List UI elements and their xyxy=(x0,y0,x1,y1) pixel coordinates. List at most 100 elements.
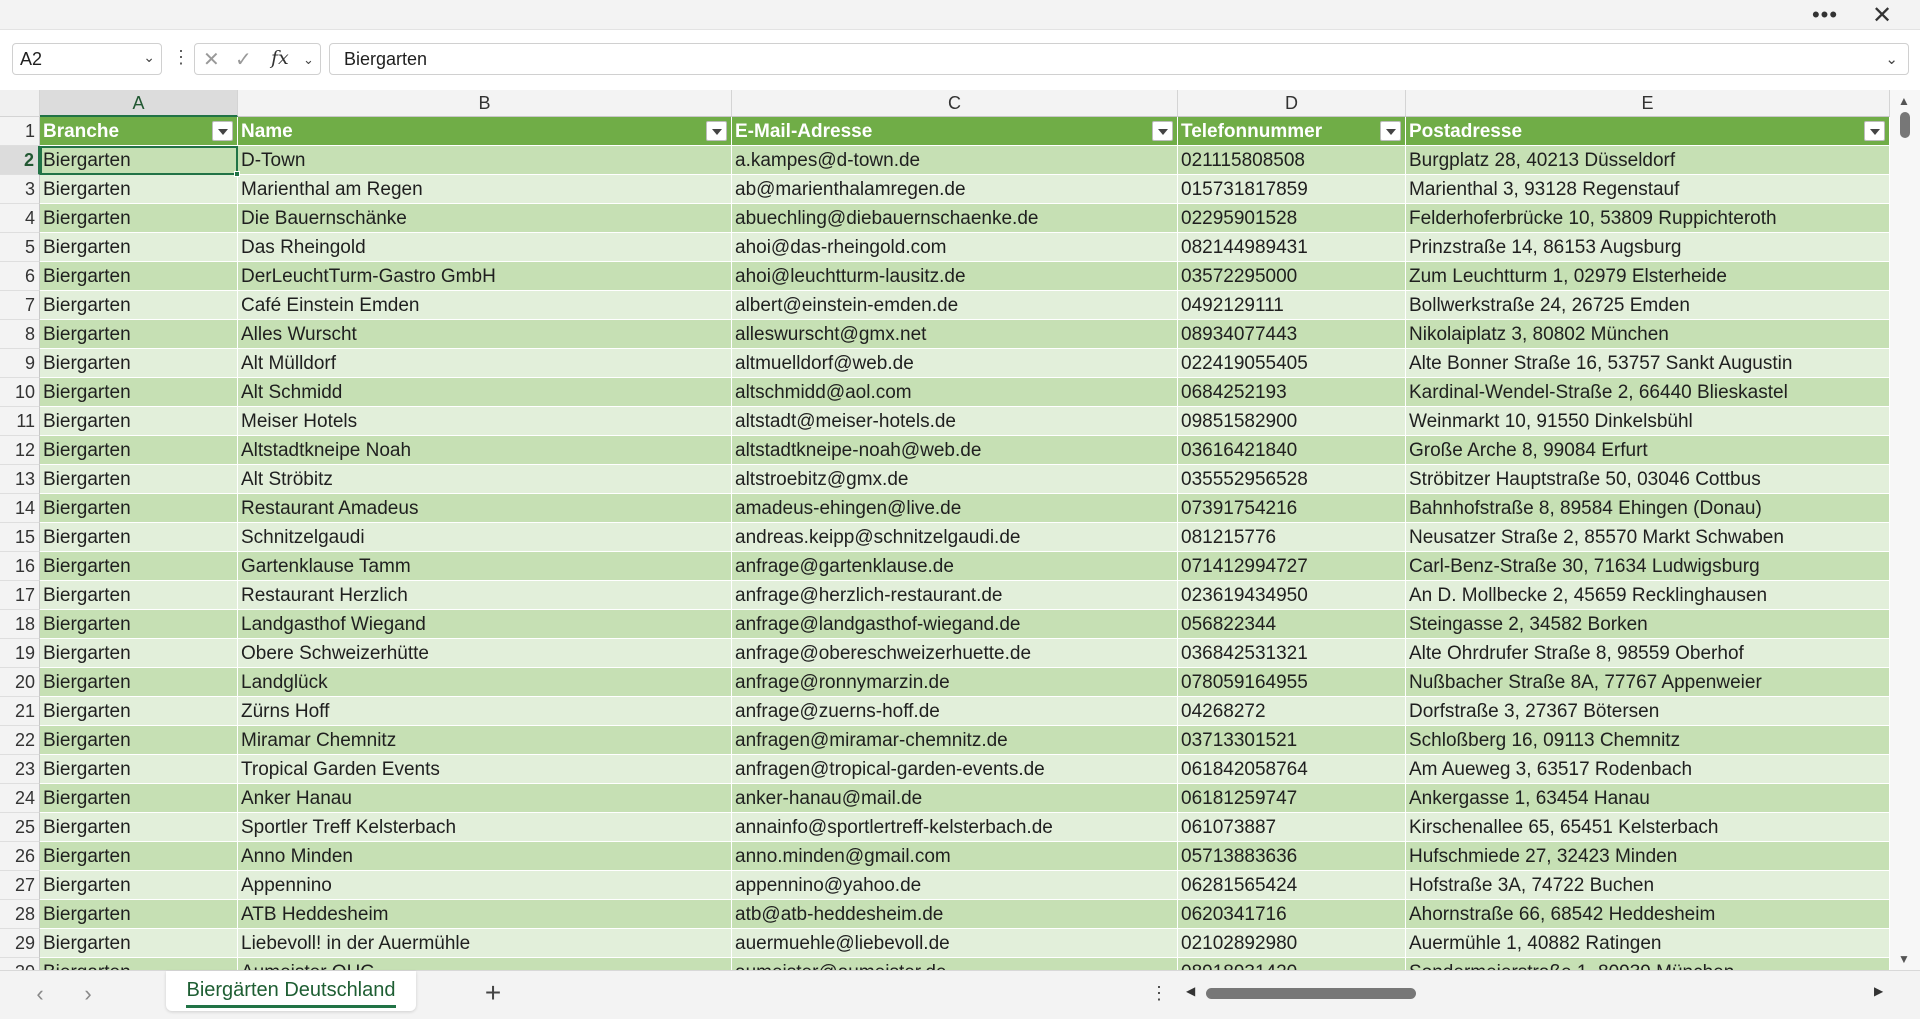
table-cell[interactable]: 081215776 xyxy=(1178,523,1406,552)
table-cell[interactable]: 05713883636 xyxy=(1178,842,1406,871)
row-number[interactable]: 17 xyxy=(0,581,40,610)
cancel-icon[interactable]: ✕ xyxy=(203,47,220,72)
table-cell[interactable]: Die Bauernschänke xyxy=(238,204,732,233)
table-cell[interactable]: anfrage@zuerns-hoff.de xyxy=(732,697,1178,726)
table-cell[interactable]: D-Town xyxy=(238,146,732,175)
add-sheet-icon[interactable]: + xyxy=(478,977,508,1009)
table-cell[interactable]: Alt Schmidd xyxy=(238,378,732,407)
chevron-down-icon[interactable]: ⌄ xyxy=(303,52,314,68)
row-number[interactable]: 29 xyxy=(0,929,40,958)
table-cell[interactable]: 0684252193 xyxy=(1178,378,1406,407)
table-cell[interactable]: Kirschenallee 65, 65451 Kelsterbach xyxy=(1406,813,1890,842)
table-cell[interactable]: Biergarten xyxy=(40,726,238,755)
table-cell[interactable]: anfrage@obereschweizerhuette.de xyxy=(732,639,1178,668)
more-options-icon[interactable]: ••• xyxy=(1805,0,1845,30)
expand-formula-icon[interactable]: ⌄ xyxy=(1885,50,1898,68)
row-number[interactable]: 9 xyxy=(0,349,40,378)
table-cell[interactable]: auermuehle@liebevoll.de xyxy=(732,929,1178,958)
table-cell[interactable]: Biergarten xyxy=(40,871,238,900)
filter-dropdown-icon[interactable] xyxy=(706,121,727,141)
row-number[interactable]: 18 xyxy=(0,610,40,639)
table-cell[interactable]: 061073887 xyxy=(1178,813,1406,842)
table-cell[interactable]: Schloßberg 16, 09113 Chemnitz xyxy=(1406,726,1890,755)
table-cell[interactable]: anfrage@landgasthof-wiegand.de xyxy=(732,610,1178,639)
table-cell[interactable]: Appennino xyxy=(238,871,732,900)
chevron-down-icon[interactable]: ⌄ xyxy=(143,49,155,66)
table-cell[interactable]: anfrage@gartenklause.de xyxy=(732,552,1178,581)
table-cell[interactable]: Biergarten xyxy=(40,668,238,697)
table-cell[interactable]: Am Aueweg 3, 63517 Rodenbach xyxy=(1406,755,1890,784)
table-cell[interactable]: Hofstraße 3A, 74722 Buchen xyxy=(1406,871,1890,900)
scroll-down-icon[interactable]: ▼ xyxy=(1898,952,1910,966)
table-cell[interactable]: Dorfstraße 3, 27367 Bötersen xyxy=(1406,697,1890,726)
header-cell[interactable]: Postadresse xyxy=(1406,117,1890,146)
table-cell[interactable]: Restaurant Amadeus xyxy=(238,494,732,523)
table-cell[interactable]: 078059164955 xyxy=(1178,668,1406,697)
table-cell[interactable]: Biergarten xyxy=(40,813,238,842)
header-cell[interactable]: E-Mail-Adresse xyxy=(732,117,1178,146)
table-cell[interactable]: altstadtkneipe-noah@web.de xyxy=(732,436,1178,465)
table-cell[interactable]: anfragen@miramar-chemnitz.de xyxy=(732,726,1178,755)
row-number[interactable]: 6 xyxy=(0,262,40,291)
table-cell[interactable]: annainfo@sportlertreff-kelsterbach.de xyxy=(732,813,1178,842)
table-cell[interactable]: altmuelldorf@web.de xyxy=(732,349,1178,378)
horizontal-scrollbar[interactable]: ◀ ▶ xyxy=(1180,971,1890,1016)
row-number[interactable]: 21 xyxy=(0,697,40,726)
column-header-e[interactable]: E xyxy=(1406,90,1890,117)
table-cell[interactable]: Auermühle 1, 40882 Ratingen xyxy=(1406,929,1890,958)
table-cell[interactable]: Biergarten xyxy=(40,755,238,784)
table-cell[interactable]: 015731817859 xyxy=(1178,175,1406,204)
table-cell[interactable]: atb@atb-heddesheim.de xyxy=(732,900,1178,929)
horizontal-scroll-thumb[interactable] xyxy=(1206,988,1416,999)
table-cell[interactable]: andreas.keipp@schnitzelgaudi.de xyxy=(732,523,1178,552)
table-cell[interactable]: 08934077443 xyxy=(1178,320,1406,349)
table-cell[interactable]: Aumeister OHG xyxy=(238,958,732,970)
row-number[interactable]: 26 xyxy=(0,842,40,871)
table-cell[interactable]: anfragen@tropical-garden-events.de xyxy=(732,755,1178,784)
table-cell[interactable]: Biergarten xyxy=(40,581,238,610)
row-number[interactable]: 2 xyxy=(0,146,40,175)
table-cell[interactable]: Biergarten xyxy=(40,146,238,175)
column-header-b[interactable]: B xyxy=(238,90,732,117)
table-cell[interactable]: 09851582900 xyxy=(1178,407,1406,436)
table-cell[interactable]: 082144989431 xyxy=(1178,233,1406,262)
column-header-a[interactable]: A xyxy=(40,90,238,117)
table-cell[interactable]: Gartenklause Tamm xyxy=(238,552,732,581)
table-cell[interactable]: 071412994727 xyxy=(1178,552,1406,581)
table-cell[interactable]: Marienthal 3, 93128 Regenstauf xyxy=(1406,175,1890,204)
table-cell[interactable]: Biergarten xyxy=(40,697,238,726)
row-number[interactable]: 12 xyxy=(0,436,40,465)
filter-dropdown-icon[interactable] xyxy=(1864,121,1885,141)
table-cell[interactable]: ahoi@leuchtturm-lausitz.de xyxy=(732,262,1178,291)
table-cell[interactable]: Bahnhofstraße 8, 89584 Ehingen (Donau) xyxy=(1406,494,1890,523)
table-cell[interactable]: Altstadtkneipe Noah xyxy=(238,436,732,465)
table-cell[interactable]: 03572295000 xyxy=(1178,262,1406,291)
table-cell[interactable]: Biergarten xyxy=(40,900,238,929)
table-cell[interactable]: 023619434950 xyxy=(1178,581,1406,610)
table-cell[interactable]: 056822344 xyxy=(1178,610,1406,639)
table-cell[interactable]: Biergarten xyxy=(40,465,238,494)
table-cell[interactable]: Biergarten xyxy=(40,610,238,639)
table-cell[interactable]: Alt Ströbitz xyxy=(238,465,732,494)
table-cell[interactable]: Bollwerkstraße 24, 26725 Emden xyxy=(1406,291,1890,320)
table-cell[interactable]: amadeus-ehingen@live.de xyxy=(732,494,1178,523)
table-cell[interactable]: Landglück xyxy=(238,668,732,697)
table-cell[interactable]: Ahornstraße 66, 68542 Heddesheim xyxy=(1406,900,1890,929)
table-cell[interactable]: ab@marienthalamregen.de xyxy=(732,175,1178,204)
table-cell[interactable]: Steingasse 2, 34582 Borken xyxy=(1406,610,1890,639)
table-cell[interactable]: Weinmarkt 10, 91550 Dinkelsbühl xyxy=(1406,407,1890,436)
table-cell[interactable]: Biergarten xyxy=(40,958,238,970)
table-cell[interactable]: anker-hanau@mail.de xyxy=(732,784,1178,813)
table-cell[interactable]: Biergarten xyxy=(40,407,238,436)
table-cell[interactable]: Kardinal-Wendel-Straße 2, 66440 Blieskas… xyxy=(1406,378,1890,407)
row-number[interactable]: 22 xyxy=(0,726,40,755)
table-cell[interactable]: Sportler Treff Kelsterbach xyxy=(238,813,732,842)
table-cell[interactable]: Nikolaiplatz 3, 80802 München xyxy=(1406,320,1890,349)
table-cell[interactable]: 0492129111 xyxy=(1178,291,1406,320)
filter-dropdown-icon[interactable] xyxy=(212,121,233,141)
table-cell[interactable]: Biergarten xyxy=(40,378,238,407)
table-cell[interactable]: Biergarten xyxy=(40,552,238,581)
table-cell[interactable]: 03713301521 xyxy=(1178,726,1406,755)
table-cell[interactable]: Biergarten xyxy=(40,784,238,813)
header-cell[interactable]: Branche xyxy=(40,117,238,146)
